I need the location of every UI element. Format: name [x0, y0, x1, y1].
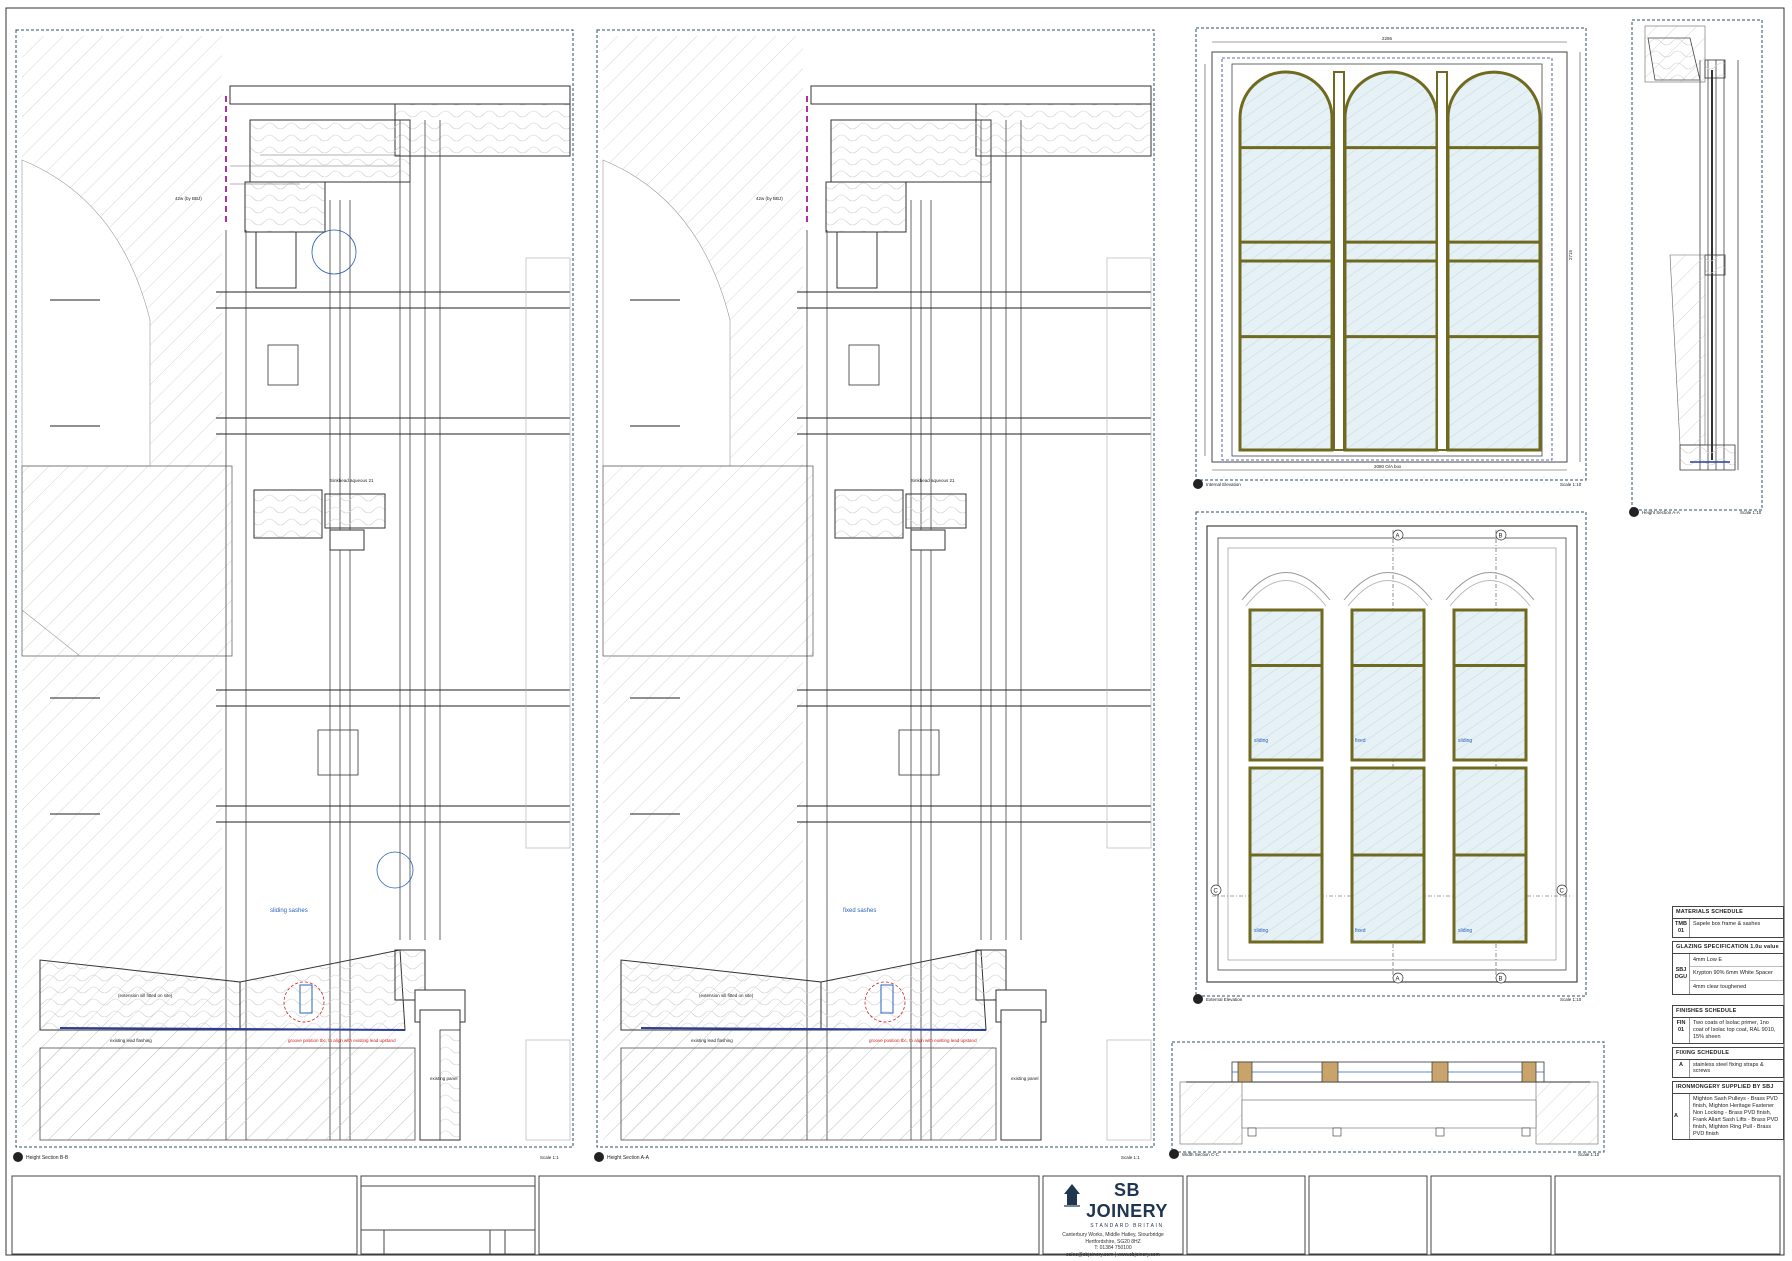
section-marker-a-bottom: A — [1392, 972, 1404, 984]
v1-lead-note: existing lead flashing — [110, 1038, 152, 1043]
v2-dim-note: 42w (by BBJ) — [756, 196, 783, 201]
v5-pane-label-3-bottom: sliding — [1458, 928, 1472, 934]
svg-text:C: C — [1560, 889, 1565, 895]
v5-pane-label-1-top: sliding — [1254, 738, 1268, 744]
external-lower-sash-2 — [1350, 766, 1426, 944]
glazing-schedule: GLAZING SPECIFICATION 1.0u value SBJ DGU… — [1672, 940, 1784, 996]
v3-width-bottom: 2080 O/A box — [1374, 464, 1402, 469]
svg-text:B: B — [1499, 977, 1503, 983]
v5-pane-label-1-bottom: sliding — [1254, 928, 1268, 934]
internal-mullion-2 — [1436, 71, 1448, 451]
view-width-section-c-c — [1169, 1041, 1605, 1159]
drawing-sheet: Height Section B-B Scale 1:1 sliding sas… — [5, 7, 1785, 1256]
v2-lead-note: existing lead flashing — [691, 1038, 733, 1043]
v1-parting-note: Sinkbead aqueous 21 — [330, 478, 374, 483]
v5-scale-label: Scale 1:10 — [1560, 997, 1582, 1002]
section-marker-c-left: C — [1210, 884, 1222, 896]
v1-scale-label: Scale 1:1 — [540, 1155, 559, 1160]
v2-scale-label: Scale 1:1 — [1121, 1155, 1140, 1160]
schedules-panel: MATERIALS SCHEDULE TMB 01 Sapele box fram… — [1672, 906, 1784, 1143]
v2-parting-note: Sinkbead aqueous 21 — [911, 478, 955, 483]
v4-scale-label: Scale 1:10 — [1740, 510, 1762, 515]
internal-sash-3 — [1446, 70, 1542, 452]
internal-mullion-1 — [1333, 71, 1345, 451]
v3-width-top: 2286 — [1382, 36, 1393, 41]
svg-text:A: A — [1396, 977, 1400, 983]
external-tracery-1 — [1241, 572, 1331, 607]
v6-scale-label: Scale 1:10 — [1578, 1152, 1600, 1157]
section-marker-a-top: A — [1392, 529, 1404, 541]
view-height-section-a-a — [594, 29, 1155, 1162]
view-external-elevation — [1193, 511, 1587, 1004]
company-name: SB JOINERY — [1086, 1180, 1168, 1221]
finishes-schedule: FINISHES SCHEDULE FIN 01 Two coats of Iso… — [1672, 1005, 1784, 1044]
v6-view-label: Width Section C-C — [1182, 1152, 1220, 1157]
view-height-section-small — [1629, 19, 1763, 517]
company-contact: sales@sbjoinery.com | www.sbjoinery.com — [1066, 1251, 1160, 1258]
v1-view-label: Height Section B-B — [26, 1155, 69, 1161]
v5-pane-label-2-top: fixed — [1355, 738, 1366, 744]
v2-groove-note: groove position tbc, to align with exist… — [869, 1038, 977, 1043]
v2-view-label: Height Section A-A — [607, 1155, 650, 1161]
external-tracery-2 — [1343, 572, 1433, 607]
fixing-schedule: FIXING SCHEDULE Astainless steel fixing … — [1672, 1046, 1784, 1079]
section-marker-b-top: B — [1495, 529, 1507, 541]
internal-sash-1 — [1238, 70, 1334, 452]
view-height-section-b-b — [13, 29, 574, 1162]
v1-groove-note: groove position tbc, to align with exist… — [288, 1038, 396, 1043]
external-lower-sash-3 — [1452, 766, 1528, 944]
view-internal-elevation — [1193, 27, 1587, 489]
v1-sash-note: sliding sashes — [270, 908, 308, 914]
v5-pane-label-3-top: sliding — [1458, 738, 1472, 744]
svg-text:C: C — [1214, 889, 1219, 895]
v3-view-label: Internal Elevation — [1206, 482, 1241, 487]
section-marker-b-bottom: B — [1495, 972, 1507, 984]
svg-text:A: A — [1396, 534, 1400, 540]
svg-text:B: B — [1499, 534, 1503, 540]
title-block — [11, 1175, 1781, 1255]
company-tagline: STANDARD BRITAIN — [1090, 1223, 1164, 1229]
internal-sash-2 — [1343, 70, 1439, 452]
section-marker-c-right: C — [1556, 884, 1568, 896]
v1-panel-note: existing panel — [430, 1076, 458, 1081]
external-tracery-3 — [1445, 572, 1535, 607]
ironmongery-schedule: IRONMONGERY SUPPLIED BY SBJ A Mighton Sas… — [1672, 1081, 1784, 1141]
v4-view-label: Height Section A-A — [1642, 510, 1680, 515]
v3-height-right: 2715 — [1568, 249, 1573, 260]
company-address: Canterbury Works, Middle Hatley, Stourbr… — [1046, 1232, 1180, 1258]
v5-pane-label-2-bottom: fixed — [1355, 928, 1366, 934]
company-logo-block: SB JOINERY STANDARD BRITAIN Canterbury W… — [1046, 1180, 1180, 1258]
v5-view-label: External Elevation — [1206, 997, 1243, 1002]
v2-sash-note: fixed sashes — [843, 908, 876, 914]
external-lower-sash-1 — [1248, 766, 1324, 944]
v1-sill-note: (extension sill fitted on site) — [118, 993, 173, 998]
materials-schedule: MATERIALS SCHEDULE TMB 01 Sapele box fram… — [1672, 906, 1784, 938]
v3-scale-label: Scale 1:10 — [1560, 482, 1582, 487]
v2-panel-note: existing panel — [1011, 1076, 1039, 1081]
v2-sill-note: (extension sill fitted on site) — [699, 993, 754, 998]
v1-dim-note: 42w (by BBJ) — [175, 196, 202, 201]
